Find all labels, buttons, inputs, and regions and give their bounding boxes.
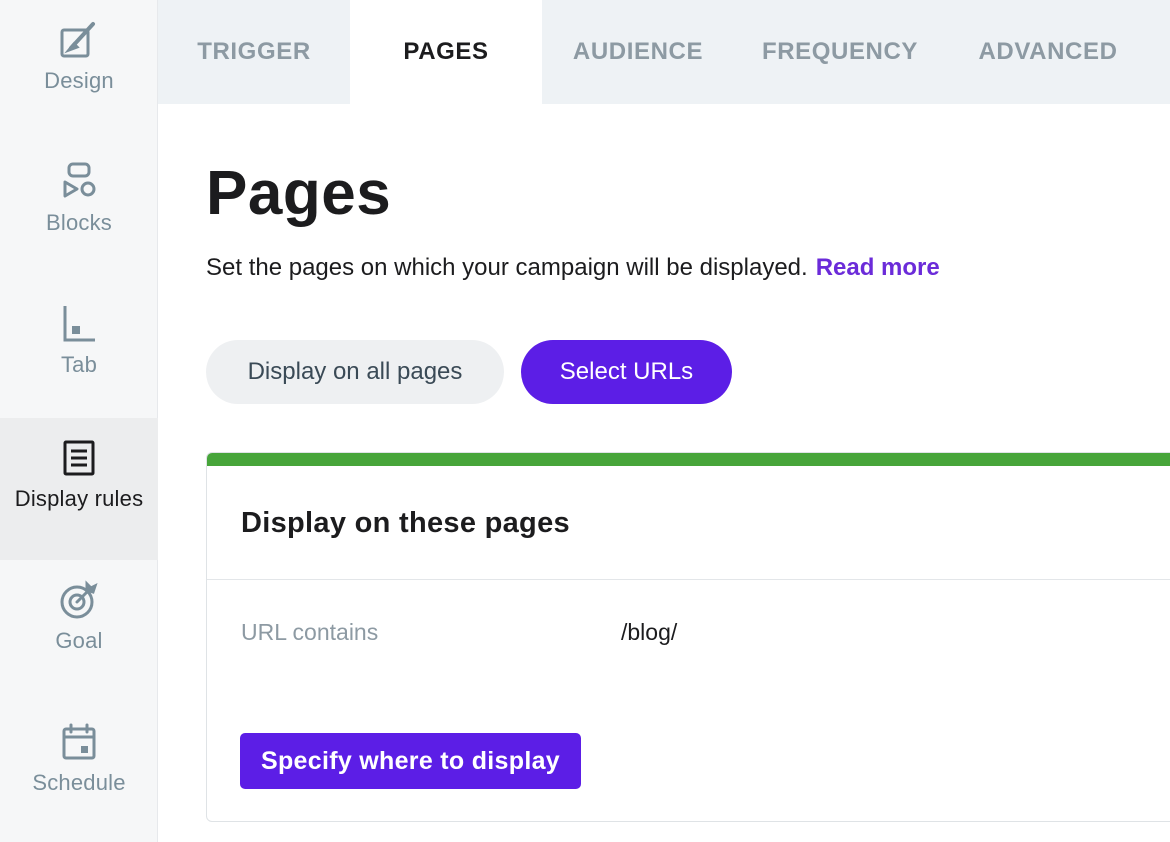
tab-audience[interactable]: AUDIENCE bbox=[542, 0, 734, 104]
sidebar-item-label: Display rules bbox=[14, 486, 144, 511]
sidebar-item-label: Goal bbox=[55, 628, 103, 653]
sidebar-item-label: Tab bbox=[60, 352, 98, 377]
page-title: Pages bbox=[206, 159, 392, 228]
card-status-bar bbox=[207, 453, 1170, 466]
blocks-icon bbox=[55, 158, 103, 206]
specify-where-to-display-button[interactable]: Specify where to display bbox=[240, 733, 581, 789]
sidebar-item-label: Schedule bbox=[32, 770, 126, 795]
sidebar-item-tab[interactable]: Tab bbox=[0, 284, 158, 426]
display-pages-card: Display on these pages URL contains /blo… bbox=[206, 452, 1170, 822]
display-all-pages-button[interactable]: Display on all pages bbox=[206, 340, 504, 404]
sidebar-item-display-rules[interactable]: Display rules bbox=[0, 418, 158, 560]
rule-condition-value: /blog/ bbox=[621, 619, 678, 645]
subtitle-text: Set the pages on which your campaign wil… bbox=[206, 254, 808, 281]
card-divider bbox=[207, 579, 1170, 580]
target-icon bbox=[55, 576, 103, 624]
rule-condition-label: URL contains bbox=[241, 619, 379, 645]
sidebar-item-goal[interactable]: Goal bbox=[0, 560, 158, 702]
document-list-icon bbox=[55, 434, 103, 482]
tab-icon bbox=[55, 300, 103, 348]
tab-pages[interactable]: PAGES bbox=[350, 0, 542, 104]
sidebar-item-label: Design bbox=[44, 68, 114, 93]
paint-brush-icon bbox=[55, 16, 103, 64]
sidebar-item-design[interactable]: Design bbox=[0, 0, 158, 142]
sidebar-item-schedule[interactable]: Schedule bbox=[0, 702, 158, 842]
read-more-link[interactable]: Read more bbox=[816, 254, 940, 281]
tab-advanced[interactable]: ADVANCED bbox=[946, 0, 1150, 104]
card-title: Display on these pages bbox=[241, 507, 570, 539]
sidebar-item-blocks[interactable]: Blocks bbox=[0, 142, 158, 284]
select-urls-button[interactable]: Select URLs bbox=[521, 340, 732, 404]
settings-tab-bar: TRIGGER PAGES AUDIENCE FREQUENCY ADVANCE… bbox=[158, 0, 1170, 104]
sidebar: Design Blocks Tab Display rules Goal Sch… bbox=[0, 0, 158, 842]
page-subtitle: Set the pages on which your campaign wil… bbox=[206, 254, 940, 282]
tab-frequency[interactable]: FREQUENCY bbox=[734, 0, 946, 104]
tab-trigger[interactable]: TRIGGER bbox=[158, 0, 350, 104]
calendar-icon bbox=[55, 718, 103, 766]
sidebar-item-label: Blocks bbox=[46, 210, 112, 235]
